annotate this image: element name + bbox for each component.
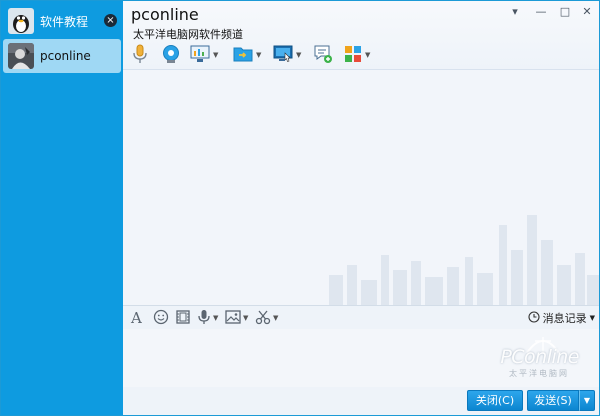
chevron-down-icon[interactable]: ▼ [213,314,218,322]
video-call-icon [161,44,181,67]
user-photo-avatar [8,43,34,69]
chat-window: 软件教程 × pconline pconline 太平洋电脑网软件频道 ▾ — [0,0,600,416]
close-window-icon[interactable]: ✕ [579,5,595,19]
image-button[interactable]: ▼ [225,309,248,327]
chat-subtitle: 太平洋电脑网软件频道 [133,28,243,41]
chat-main: pconline 太平洋电脑网软件频道 ▾ — □ ✕ ▼ ▼ ▼ ▼ A ▼ … [123,1,599,415]
chevron-down-icon[interactable]: ▼ [590,314,595,322]
create-discussion-icon [313,44,333,67]
contact-name: pconline [40,49,91,63]
chevron-down-icon[interactable]: ▼ [256,51,261,59]
voice-call-icon [131,44,149,67]
chat-footer: 关闭(C) 发送(S) ▼ [123,387,599,415]
font-icon: A [131,309,142,327]
font-button[interactable]: A [131,309,142,327]
emoji-button[interactable] [153,309,169,327]
screenshot-button[interactable]: ▼ [255,309,278,327]
close-button[interactable]: 关闭(C) [467,390,523,411]
watermark-subtext: 太平洋电脑网 [509,369,569,378]
video-clip-button[interactable] [175,309,191,327]
chat-title: pconline [131,5,199,24]
chevron-down-icon[interactable]: ▼ [243,314,248,322]
message-input-area[interactable]: PConline 太平洋电脑网 [123,329,599,387]
file-transfer-icon [233,45,253,66]
menu-dropdown-icon[interactable]: ▾ [507,5,523,19]
image-icon [225,309,241,327]
screen-share-button[interactable]: ▼ [190,44,218,66]
screen-share-icon [190,45,210,66]
watermark-text: PConline [500,346,579,368]
create-discussion-button[interactable] [313,44,333,66]
chat-header: pconline 太平洋电脑网软件频道 ▾ — □ ✕ ▼ ▼ ▼ ▼ [123,1,599,69]
send-button[interactable]: 发送(S) [527,390,579,411]
city-skyline-background [329,215,599,305]
smiley-icon [153,309,169,328]
minimize-icon[interactable]: — [533,5,549,19]
clock-icon [528,310,540,326]
film-icon [175,309,191,328]
chevron-down-icon[interactable]: ▼ [213,51,218,59]
voice-message-button[interactable]: ▼ [197,309,218,327]
chevron-down-icon[interactable]: ▼ [296,51,301,59]
remote-assist-button[interactable]: ▼ [273,44,301,66]
voice-call-button[interactable] [131,44,149,66]
file-transfer-button[interactable]: ▼ [233,44,261,66]
contact-sidebar: 软件教程 × pconline [1,1,123,415]
contact-item-pconline[interactable]: pconline [3,39,121,73]
chevron-down-icon[interactable]: ▼ [273,314,278,322]
apps-icon [344,45,362,66]
remote-assist-icon [273,45,293,66]
message-history-button[interactable]: 消息记录 ▼ [528,310,595,326]
contact-name: 软件教程 [40,14,89,29]
close-chat-icon[interactable]: × [104,14,117,27]
chevron-down-icon[interactable]: ▼ [365,51,370,59]
penguin-avatar-icon [8,8,34,34]
history-label: 消息记录 [542,312,587,325]
contact-item-software-tutorial[interactable]: 软件教程 × [3,4,121,38]
input-toolbar: A ▼ ▼ ▼ 消息记录 ▼ [123,305,599,329]
microphone-icon [197,309,211,328]
send-options-icon[interactable]: ▼ [579,390,595,411]
scissors-icon [255,309,271,328]
apps-button[interactable]: ▼ [344,44,370,66]
video-call-button[interactable] [161,44,181,66]
message-history-area[interactable] [123,69,599,305]
maximize-icon[interactable]: □ [557,5,573,19]
